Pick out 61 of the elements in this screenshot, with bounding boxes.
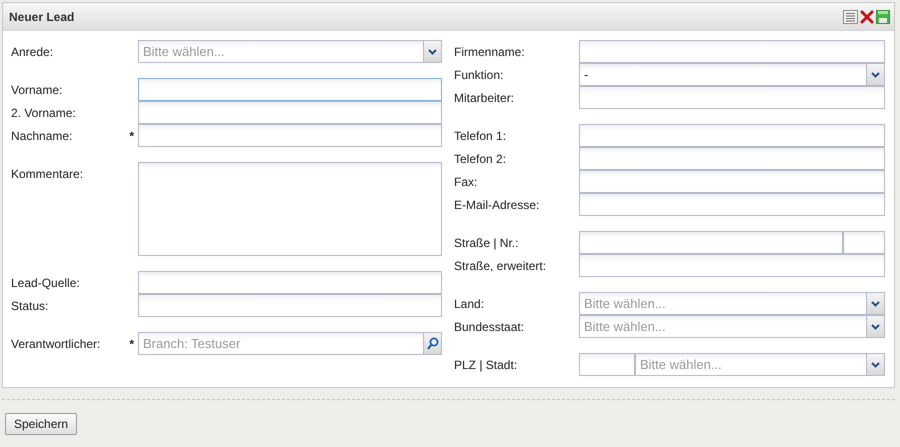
input-field[interactable] — [138, 271, 442, 294]
field-label: Telefon 2: — [454, 152, 506, 166]
field-label: Anrede: — [11, 45, 54, 59]
required-mark: * — [129, 337, 134, 351]
search-trigger[interactable] — [423, 333, 441, 354]
document-icon[interactable] — [843, 10, 858, 24]
field-label: Firmenname: — [454, 45, 525, 59]
dropdown-trigger[interactable] — [866, 64, 884, 85]
chevron-down-icon — [871, 324, 880, 330]
input-field[interactable] — [138, 78, 442, 101]
dropdown-trigger[interactable] — [423, 41, 441, 62]
chevron-down-icon — [428, 48, 437, 54]
field-label: Kommentare: — [11, 167, 84, 181]
input-field[interactable] — [579, 124, 885, 147]
field-label: Nachname: — [11, 129, 72, 143]
number-field[interactable] — [843, 231, 885, 254]
field-label: Fax: — [454, 175, 478, 189]
field-label: Mitarbeiter: — [454, 91, 514, 105]
close-icon[interactable] — [860, 10, 874, 24]
field-label: Lead-Quelle: — [11, 276, 80, 290]
street-field[interactable] — [579, 231, 843, 254]
save-icon[interactable] — [876, 10, 890, 24]
chevron-down-icon — [871, 300, 880, 306]
dropdown-trigger[interactable] — [866, 354, 884, 375]
required-mark: * — [129, 129, 134, 143]
input-field[interactable] — [579, 170, 885, 193]
lookup-field[interactable]: Branch: Testuser — [138, 332, 442, 355]
field-label: Bundesstaat: — [454, 320, 524, 334]
save-button[interactable]: Speichern — [5, 413, 78, 435]
dropdown-field[interactable]: Bitte wählen... — [579, 315, 885, 338]
input-field[interactable] — [579, 193, 885, 216]
input-field[interactable] — [138, 124, 442, 147]
field-label: E-Mail-Adresse: — [454, 198, 540, 212]
dropdown-field[interactable]: Bitte wählen... — [635, 353, 885, 376]
dropdown-trigger[interactable] — [866, 316, 884, 337]
dropdown-field[interactable]: Bitte wählen... — [579, 292, 885, 315]
field-label: Straße | Nr.: — [454, 236, 518, 250]
field-label: 2. Vorname: — [11, 106, 76, 120]
input-field[interactable] — [579, 86, 885, 109]
dropdown-trigger[interactable] — [866, 293, 884, 314]
chevron-down-icon — [871, 72, 880, 78]
dropdown-field[interactable]: Bitte wählen... — [138, 40, 442, 63]
field-label: Status: — [11, 299, 48, 313]
search-icon — [426, 337, 438, 350]
field-label: Land: — [454, 297, 484, 311]
postcode-field[interactable] — [579, 353, 635, 376]
dropdown-field[interactable]: - — [579, 63, 885, 86]
input-field[interactable] — [579, 254, 885, 277]
field-label: Funktion: — [454, 68, 504, 82]
input-field[interactable] — [138, 294, 442, 317]
panel-title: Neuer Lead — [9, 10, 74, 24]
input-field[interactable] — [579, 147, 885, 170]
input-field[interactable] — [579, 40, 885, 63]
textarea-field[interactable] — [138, 162, 442, 256]
field-label: Verantwortlicher: — [11, 337, 100, 351]
field-label: PLZ | Stadt: — [454, 358, 518, 372]
field-label: Telefon 1: — [454, 129, 506, 143]
input-field[interactable] — [138, 101, 442, 124]
field-label: Straße, erweitert: — [454, 259, 546, 273]
chevron-down-icon — [871, 362, 880, 368]
field-label: Vorname: — [11, 83, 62, 97]
